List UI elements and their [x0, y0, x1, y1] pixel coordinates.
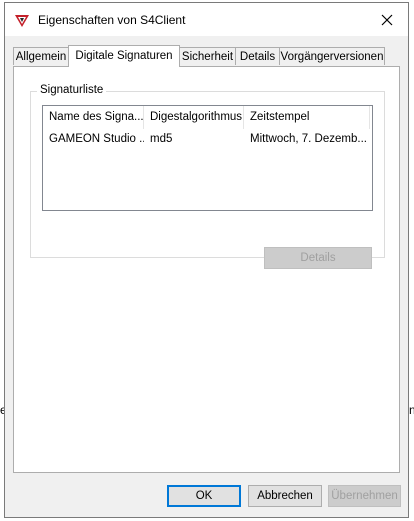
- details-button[interactable]: Details: [264, 247, 372, 269]
- background-text-fragment-right: n: [409, 403, 414, 417]
- tab-sicherheit[interactable]: Sicherheit: [179, 47, 236, 65]
- close-icon[interactable]: [376, 9, 398, 31]
- signer-name-cell: GAMEON Studio ...: [49, 133, 144, 145]
- column-header-timestamp[interactable]: Zeitstempel: [244, 106, 370, 129]
- cancel-button[interactable]: Abbrechen: [248, 485, 322, 507]
- digest-cell: md5: [150, 133, 173, 145]
- dialog-buttons: OK Abbrechen Übernehmen: [5, 485, 408, 507]
- tab-digitale-signaturen[interactable]: Digitale Signaturen: [68, 45, 180, 67]
- column-header-name[interactable]: Name des Signa...: [43, 106, 144, 129]
- column-header-digest[interactable]: Digestalgorithmus: [144, 106, 244, 129]
- title-bar[interactable]: Eigenschaften von S4Client: [5, 3, 408, 36]
- table-row[interactable]: GAMEON Studio ... md5 Mittwoch, 7. Dezem…: [43, 130, 372, 149]
- signature-list-label: Signaturliste: [37, 84, 107, 96]
- tab-vorgaengerversionen[interactable]: Vorgängerversionen: [279, 47, 385, 65]
- app-icon: [15, 15, 29, 27]
- tab-details[interactable]: Details: [235, 47, 280, 65]
- properties-dialog: Eigenschaften von S4Client Allgemein Dig…: [4, 2, 409, 518]
- window-title: Eigenschaften von S4Client: [38, 13, 186, 27]
- tab-allgemein[interactable]: Allgemein: [13, 47, 69, 65]
- signature-listview[interactable]: Name des Signa... Digestalgorithmus Zeit…: [42, 105, 373, 211]
- tab-panel: Signaturliste Name des Signa... Digestal…: [13, 66, 400, 473]
- signature-list-group: Signaturliste Name des Signa... Digestal…: [30, 84, 385, 269]
- apply-button[interactable]: Übernehmen: [328, 485, 401, 507]
- timestamp-cell: Mittwoch, 7. Dezemb...: [250, 133, 367, 145]
- ok-button[interactable]: OK: [167, 485, 241, 507]
- tab-strip: Allgemein Digitale Signaturen Sicherheit…: [13, 45, 401, 67]
- listview-header: Name des Signa... Digestalgorithmus Zeit…: [43, 106, 372, 129]
